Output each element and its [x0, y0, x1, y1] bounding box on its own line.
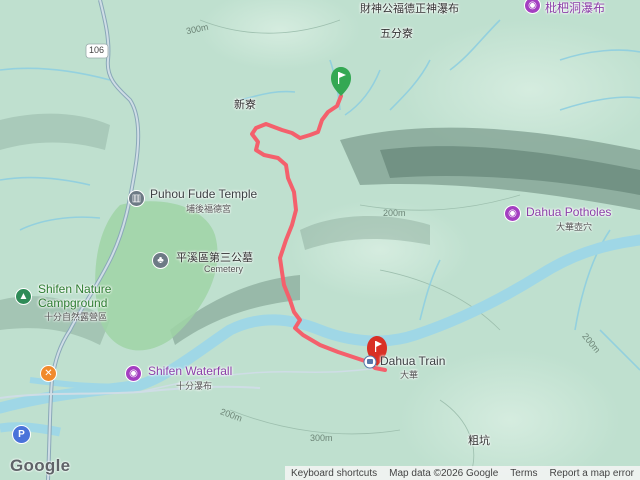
- train-icon[interactable]: [363, 355, 377, 369]
- shifen-camp-label-2[interactable]: Campground: [38, 296, 107, 310]
- temple-top-label[interactable]: 財神公福德正神瀑布: [360, 0, 459, 16]
- contour-label: 200m: [383, 208, 406, 218]
- puhou-temple-label[interactable]: Puhou Fude Temple: [150, 187, 257, 201]
- shifen-falls-zh-label: 十分瀑布: [176, 381, 213, 391]
- shifen-camp-label-1[interactable]: Shifen Nature: [38, 282, 111, 296]
- pipa-falls-label[interactable]: 枇杷洞瀑布: [545, 0, 605, 16]
- shifen-falls-label[interactable]: Shifen Waterfall: [148, 364, 232, 378]
- map-data-text: Map data ©2026 Google: [389, 467, 499, 479]
- report-error-link[interactable]: Report a map error: [544, 468, 640, 479]
- contour-label: 300m: [310, 433, 333, 443]
- temple-icon[interactable]: ▥: [128, 190, 145, 207]
- attribution-bar: Keyboard shortcuts Map data ©2026 Google…: [284, 466, 640, 480]
- tree-icon[interactable]: ♣: [152, 252, 169, 269]
- wufenliao-label: 五分寮: [380, 28, 413, 40]
- shifen-camp-zh-label: 十分自然露營區: [44, 312, 108, 322]
- green-flag-icon[interactable]: [331, 67, 351, 96]
- parking-icon[interactable]: P: [12, 425, 31, 444]
- puhou-temple-zh-label: 埔後福德宮: [186, 204, 232, 214]
- route-106-label: 106: [89, 45, 105, 55]
- dahua-train-label[interactable]: Dahua Train: [380, 354, 445, 368]
- keyboard-shortcuts-link[interactable]: Keyboard shortcuts: [285, 468, 383, 479]
- terms-link[interactable]: Terms: [504, 468, 543, 479]
- xinliao-label: 新寮: [234, 99, 256, 111]
- camera-icon[interactable]: ◉: [125, 365, 142, 382]
- cemetery-en-label: Cemetery: [204, 264, 244, 274]
- dahua-potholes-zh-label: 大華壺穴: [556, 222, 593, 232]
- terrain-layer: [0, 0, 640, 480]
- tent-icon[interactable]: ▲: [15, 288, 32, 305]
- dahua-potholes-label[interactable]: Dahua Potholes: [526, 205, 611, 219]
- fork-knife-icon[interactable]: ✕: [40, 365, 57, 382]
- camera-icon[interactable]: ◉: [504, 205, 521, 222]
- cukeng-label: 粗坑: [468, 435, 490, 447]
- cemetery-zh-label[interactable]: 平溪區第三公墓: [176, 249, 253, 265]
- dahua-zh-label: 大華: [400, 370, 419, 380]
- map-canvas[interactable]: 106 財神公福德正神瀑布 ◉ 枇杷洞瀑布 五分寮 新寮 ▥ Puhou Fud…: [0, 0, 640, 480]
- google-logo: Google: [10, 456, 71, 475]
